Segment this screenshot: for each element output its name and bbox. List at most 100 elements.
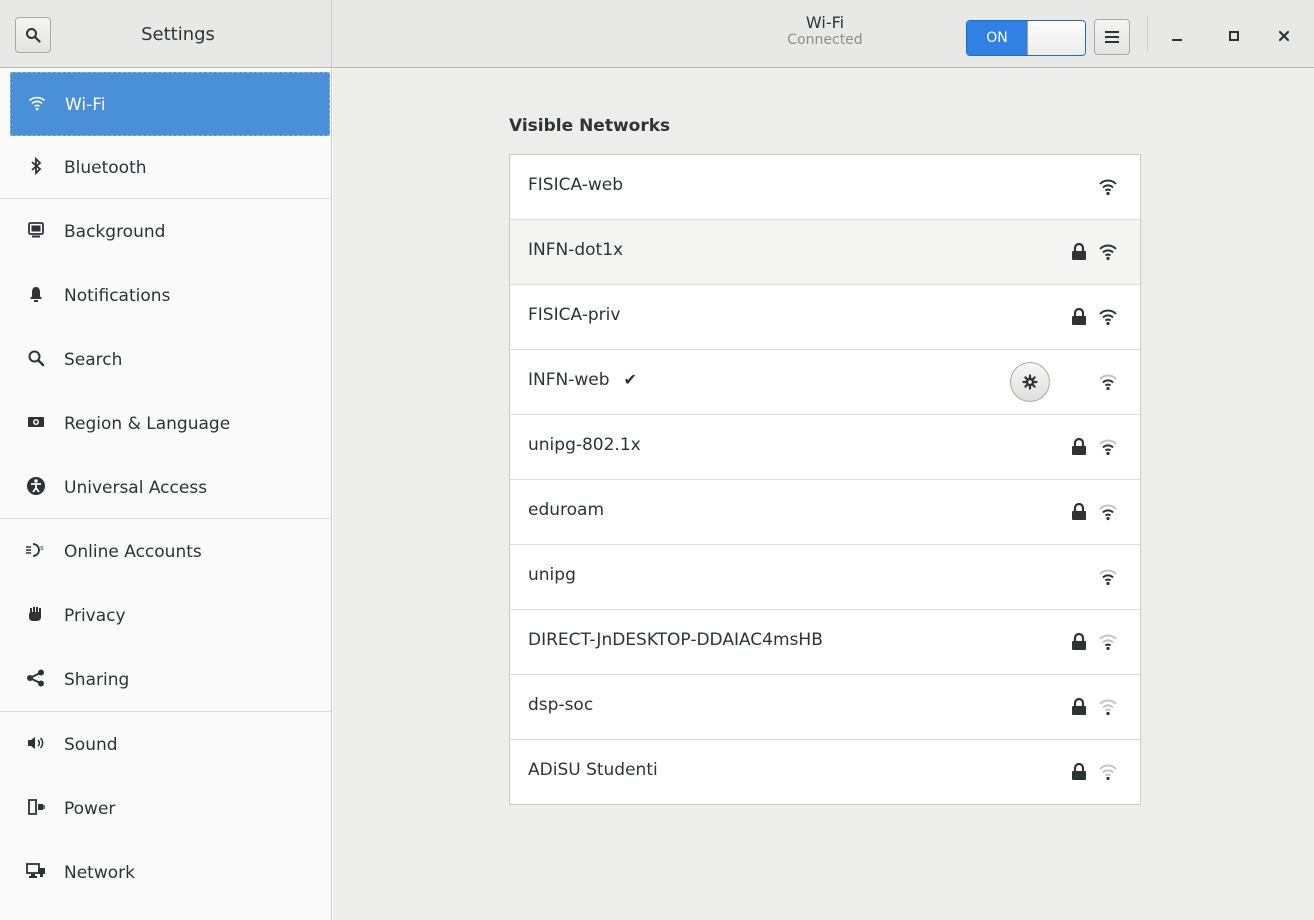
- search-icon: [26, 28, 41, 43]
- sidebar-item-sound[interactable]: Sound: [0, 713, 331, 777]
- close-button[interactable]: [1270, 22, 1298, 50]
- sidebar-divider: [0, 518, 331, 519]
- sidebar-item-wifi[interactable]: Wi-Fi: [10, 72, 330, 136]
- network-row-connected[interactable]: INFN-web ✔: [510, 350, 1140, 415]
- sidebar-item-label: Power: [64, 799, 116, 819]
- wifi-signal-weak-icon: [1099, 699, 1117, 716]
- network-row[interactable]: eduroam: [510, 480, 1140, 545]
- sidebar-item-power[interactable]: Power: [0, 777, 331, 841]
- network-row[interactable]: ADiSU Studenti: [510, 740, 1140, 804]
- network-name: FISICA-web: [528, 175, 624, 195]
- sidebar-item-label: Region & Language: [64, 414, 231, 434]
- lock-icon: [1072, 762, 1086, 780]
- sidebar-item-search[interactable]: Search: [0, 328, 331, 392]
- network-row[interactable]: INFN-dot1x: [510, 220, 1140, 285]
- bell-icon: [25, 283, 47, 305]
- network-name: dsp-soc: [528, 695, 594, 715]
- lock-icon: [1072, 697, 1086, 715]
- wifi-signal-ok-icon: [1099, 634, 1117, 651]
- sidebar-item-sharing[interactable]: Sharing: [0, 648, 331, 712]
- region-icon: [25, 411, 47, 433]
- switch-knob: [1027, 21, 1085, 55]
- hamburger-menu-icon: [1105, 31, 1119, 43]
- wifi-icon: [26, 92, 48, 114]
- network-row[interactable]: dsp-soc: [510, 675, 1140, 740]
- wifi-toggle-switch[interactable]: ON: [966, 20, 1086, 56]
- sidebar-divider: [0, 711, 331, 712]
- sidebar-item-label: Online Accounts: [64, 542, 202, 562]
- sidebar: Wi-Fi Bluetooth Background Notifications…: [0, 68, 332, 920]
- connected-check-icon: ✔: [623, 370, 637, 389]
- close-icon: [1278, 30, 1290, 42]
- svg-text:s: s: [40, 544, 44, 552]
- switch-on-label: ON: [967, 21, 1027, 55]
- menu-button[interactable]: [1094, 19, 1130, 55]
- lock-icon: [1072, 632, 1086, 650]
- maximize-button[interactable]: [1220, 22, 1248, 50]
- sidebar-item-region-language[interactable]: Region & Language: [0, 392, 331, 456]
- visible-networks-heading: Visible Networks: [509, 116, 671, 136]
- privacy-hand-icon: [25, 603, 47, 625]
- sidebar-item-label: Sharing: [64, 670, 130, 690]
- sidebar-item-notifications[interactable]: Notifications: [0, 264, 331, 328]
- panel-title-text: Wi-Fi: [805, 13, 845, 32]
- panel-title: Wi-Fi Connected: [700, 13, 950, 49]
- network-name: unipg: [528, 565, 576, 585]
- wifi-signal-weak-icon: [1099, 764, 1117, 781]
- network-row[interactable]: FISICA-web: [510, 155, 1140, 220]
- network-name: ADiSU Studenti: [528, 760, 658, 780]
- network-name-text: INFN-web: [528, 370, 610, 390]
- network-row[interactable]: unipg-802.1x: [510, 415, 1140, 480]
- wifi-signal-excellent-icon: [1099, 309, 1117, 326]
- wifi-signal-good-icon: [1099, 504, 1117, 521]
- network-name: INFN-web ✔: [528, 370, 637, 390]
- network-row[interactable]: DIRECT-JnDESKTOP-DDAIAC4msHB: [510, 610, 1140, 675]
- panel-subtitle: Connected: [787, 32, 863, 49]
- sidebar-item-privacy[interactable]: Privacy: [0, 584, 331, 648]
- sidebar-item-background[interactable]: Background: [0, 200, 331, 264]
- sidebar-item-bluetooth[interactable]: Bluetooth: [0, 136, 331, 200]
- sidebar-item-universal-access[interactable]: Universal Access: [0, 456, 331, 520]
- speaker-icon: [25, 732, 47, 754]
- header-left-pane: Settings: [0, 0, 332, 68]
- sidebar-item-network[interactable]: Network: [0, 841, 331, 905]
- header-separator: [1147, 16, 1148, 52]
- network-name: unipg-802.1x: [528, 435, 641, 455]
- online-accounts-icon: s: [25, 539, 47, 561]
- sidebar-item-online-accounts[interactable]: s Online Accounts: [0, 520, 331, 584]
- sidebar-item-label: Sound: [64, 735, 118, 755]
- sidebar-item-label: Network: [64, 863, 135, 883]
- search-icon: [25, 347, 47, 369]
- network-row[interactable]: FISICA-priv: [510, 285, 1140, 350]
- power-icon: [25, 796, 47, 818]
- maximize-icon: [1229, 31, 1239, 41]
- network-name: FISICA-priv: [528, 305, 621, 325]
- minimize-button[interactable]: [1163, 22, 1191, 50]
- sidebar-item-label: Universal Access: [64, 478, 208, 498]
- background-icon: [25, 219, 47, 241]
- network-name: INFN-dot1x: [528, 240, 624, 260]
- lock-icon: [1072, 242, 1086, 260]
- wifi-signal-good-icon: [1099, 569, 1117, 586]
- lock-icon: [1072, 437, 1086, 455]
- sidebar-item-label: Notifications: [64, 286, 171, 306]
- network-list: FISICA-web INFN-dot1x FISICA-priv INFN-w…: [509, 154, 1141, 805]
- lock-icon: [1072, 307, 1086, 325]
- sidebar-item-label: Wi-Fi: [65, 95, 106, 115]
- share-icon: [25, 667, 47, 689]
- wifi-signal-good-icon: [1099, 374, 1117, 391]
- network-icon: [25, 860, 47, 882]
- network-row[interactable]: unipg: [510, 545, 1140, 610]
- wifi-signal-excellent-icon: [1099, 179, 1117, 196]
- sidebar-item-label: Search: [64, 350, 123, 370]
- search-button[interactable]: [15, 17, 51, 53]
- header-bar: Settings Wi-Fi Connected ON: [0, 0, 1314, 68]
- network-name: DIRECT-JnDESKTOP-DDAIAC4msHB: [528, 630, 823, 650]
- bluetooth-icon: [25, 155, 47, 177]
- sidebar-item-label: Bluetooth: [64, 158, 147, 178]
- gear-icon: [1022, 374, 1038, 390]
- settings-title: Settings: [141, 24, 215, 45]
- network-settings-button[interactable]: [1010, 362, 1050, 402]
- wifi-signal-excellent-icon: [1099, 244, 1117, 261]
- wifi-signal-good-icon: [1099, 439, 1117, 456]
